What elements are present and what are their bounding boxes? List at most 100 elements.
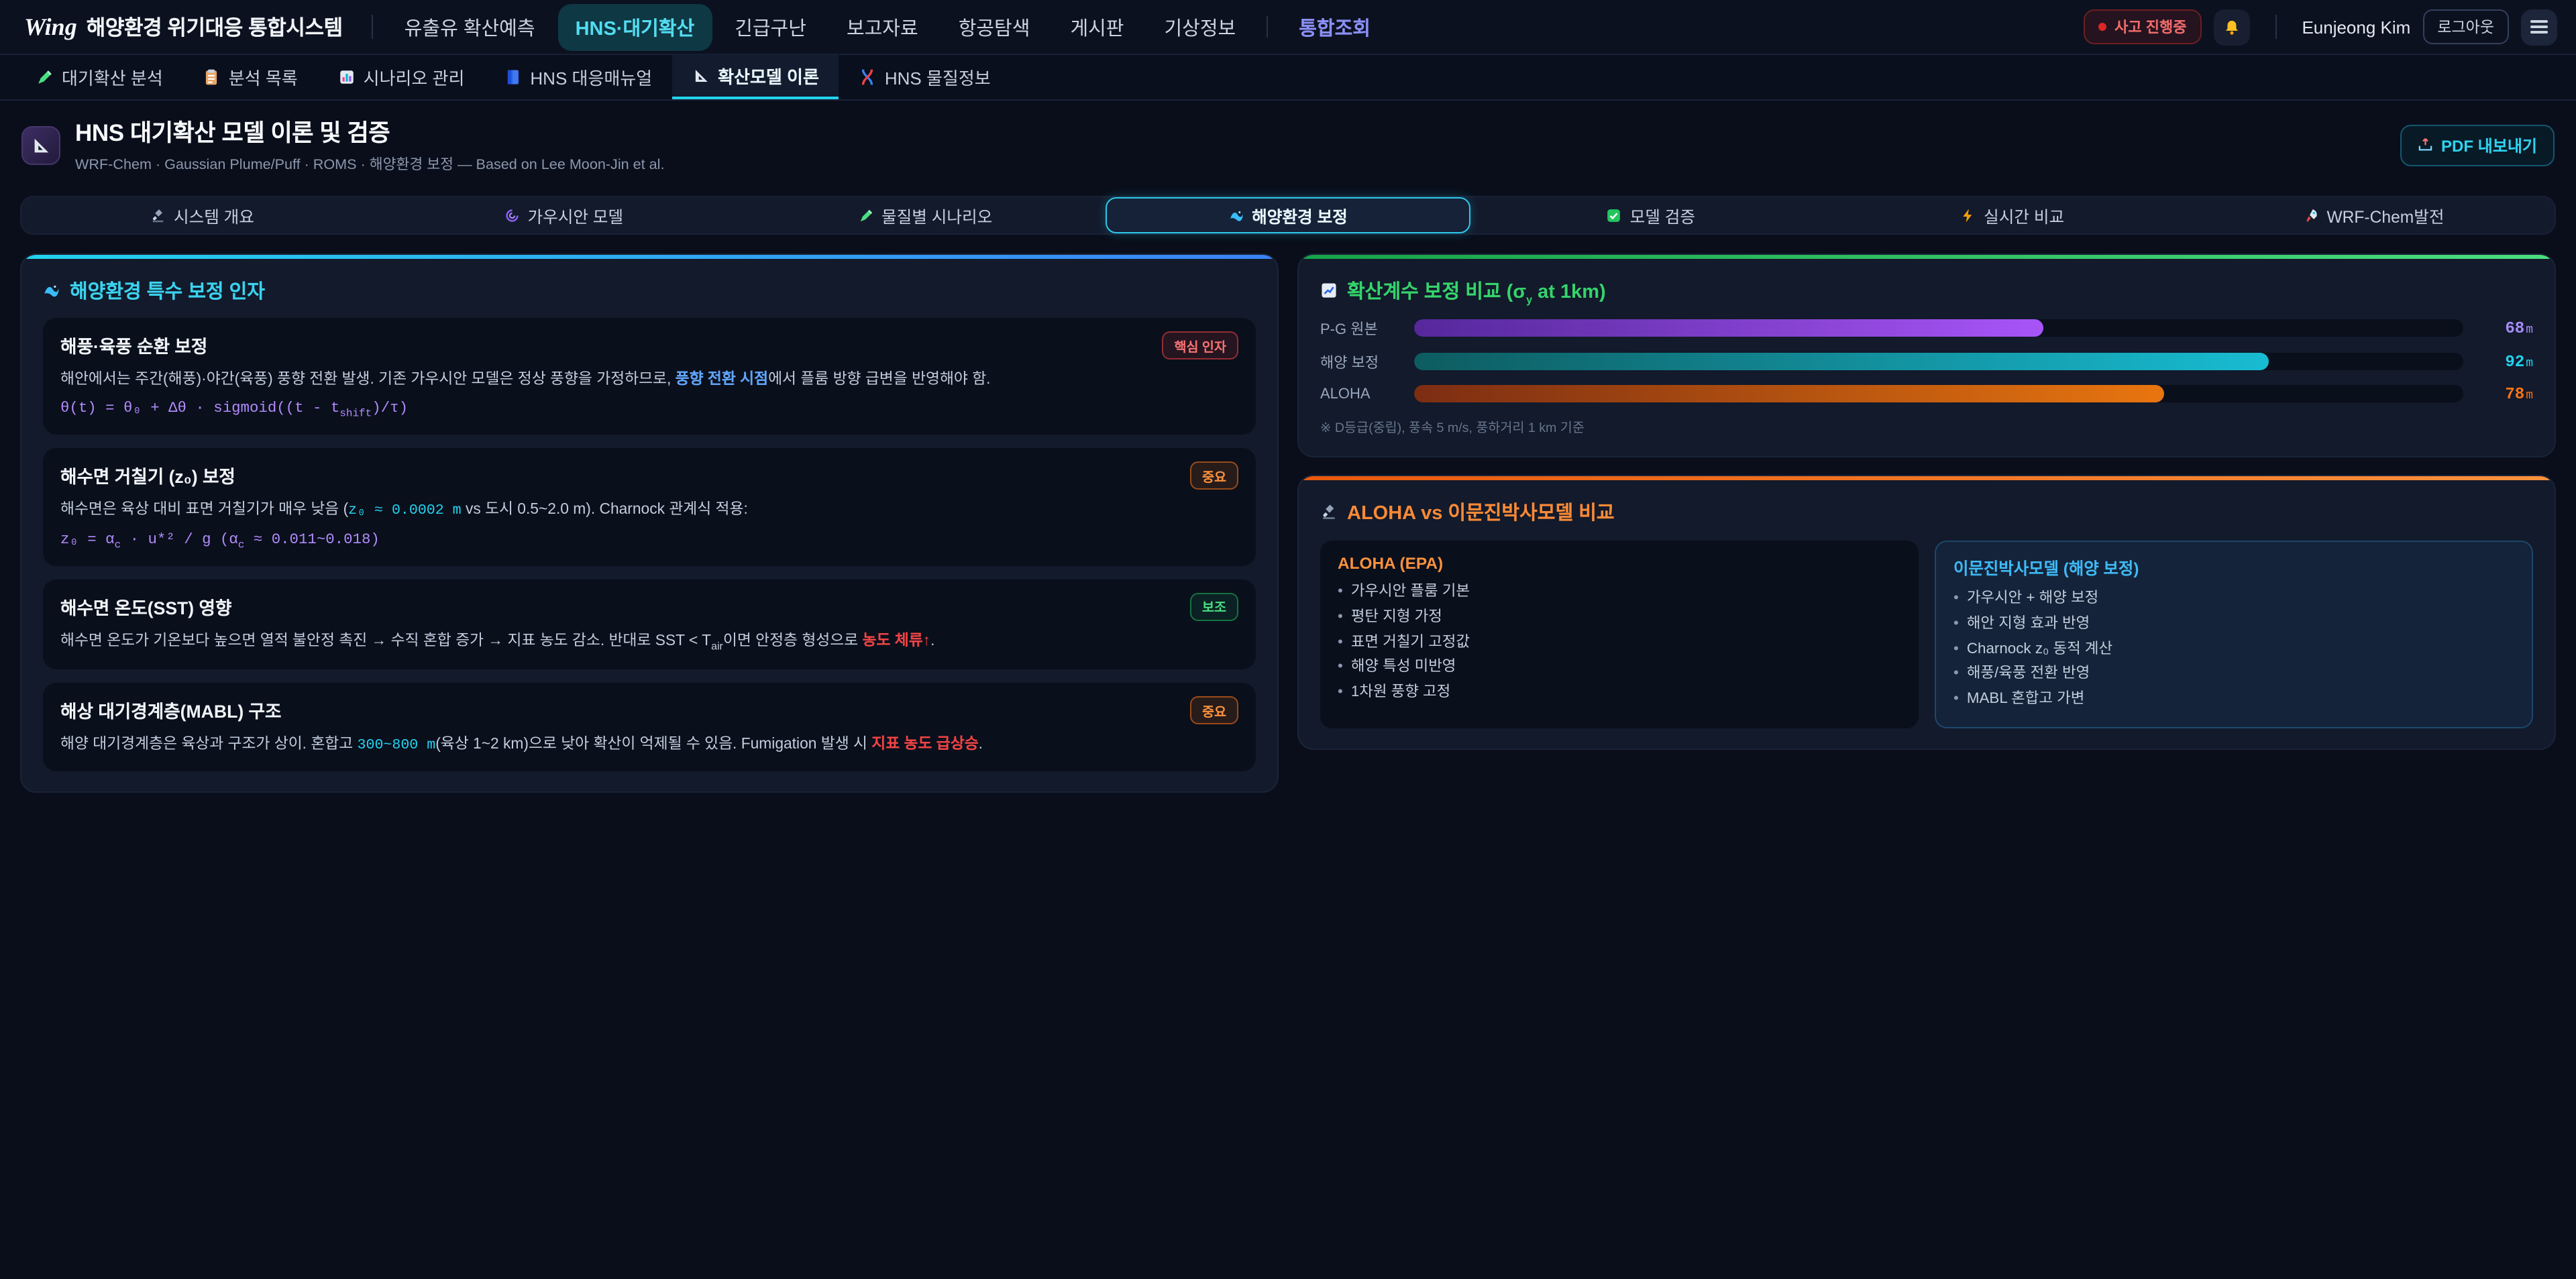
bar-value: 68m (2477, 319, 2533, 338)
factor-item-sst-effect: 해수면 온도(SST) 영향 보조 해수면 온도가 기온보다 높으면 열적 불안… (43, 579, 1256, 670)
export-icon (2418, 137, 2433, 153)
bar-fill (1414, 386, 2164, 403)
logout-button[interactable]: 로그아웃 (2422, 9, 2509, 44)
inline-code: 300~800 m (358, 738, 436, 754)
highlight-red: 농도 체류↑ (863, 633, 931, 649)
marine-factors-card: 해양환경 특수 보정 인자 해풍·육풍 순환 보정 핵심 인자 해안에서는 주간… (20, 254, 1279, 793)
main-content: 해양환경 특수 보정 인자 해풍·육풍 순환 보정 핵심 인자 해안에서는 주간… (20, 254, 2556, 793)
tab-hns-substance-info[interactable]: HNS 물질정보 (839, 55, 1011, 99)
hamburger-menu-button[interactable] (2521, 9, 2557, 45)
nav-item-aerial-search[interactable]: 항공탐색 (941, 3, 1048, 50)
module-tab-bar: 대기확산 분석 분석 목록 시나리오 관리 HNS 대응매뉴얼 확산모델 이론 … (0, 55, 2576, 101)
nav-item-emergency-rescue[interactable]: 긴급구난 (717, 3, 824, 50)
chart-up-icon (1320, 282, 1338, 300)
bar-value: 92m (2477, 353, 2533, 372)
factor-title: 해상 대기경계층(MABL) 구조 (60, 698, 282, 723)
factor-description: 해안에서는 주간(해풍)·야간(육풍) 풍향 전환 발생. 기존 가우시안 모델… (60, 369, 1238, 392)
bar-label: 해양 보정 (1320, 351, 1401, 373)
factor-description: 해수면은 육상 대비 표면 거칠기가 매우 낮음 (z₀ ≈ 0.0002 m … (60, 500, 1238, 522)
section-tab-bar: 시스템 개요 가우시안 모델 물질별 시나리오 해양환경 보정 모델 검증 실시… (20, 196, 2556, 235)
bell-icon (2222, 18, 2240, 36)
factor-description: 해양 대기경계층은 육상과 구조가 상이. 혼합고 300~800 m(육상 1… (60, 734, 1238, 757)
microscope-icon (150, 208, 166, 223)
sigma-comparison-title: 확산계수 보정 비교 (σy at 1km) (1320, 276, 2533, 306)
factor-title: 해수면 온도(SST) 영향 (60, 594, 232, 620)
lightning-icon (1960, 208, 1976, 223)
clipboard-icon (203, 68, 221, 86)
section-tab-model-validation[interactable]: 모델 검증 (1470, 197, 1831, 233)
section-tab-marine-correction[interactable]: 해양환경 보정 (1106, 197, 1470, 233)
bar-track (1414, 386, 2463, 403)
bar-chart-icon (338, 68, 356, 86)
status-label: 사고 진행중 (2114, 16, 2186, 38)
factor-badge: 보조 (1190, 593, 1238, 621)
nav-item-reports[interactable]: 보고자료 (829, 3, 936, 50)
brand-logo[interactable]: Wing 해양환경 위기대응 통합시스템 (24, 12, 343, 42)
aloha-panel: ALOHA (EPA) 가우시안 플룸 기본 평탄 지형 가정 표면 거칠기 고… (1320, 541, 1919, 729)
pdf-export-button[interactable]: PDF 내보내기 (2400, 124, 2555, 166)
bar-track (1414, 320, 2463, 337)
bar-fill (1414, 353, 2269, 371)
factor-formula: z₀ = αc · u*² / g (αc ≈ 0.011~0.018) (60, 532, 1238, 551)
nav-item-board[interactable]: 게시판 (1053, 3, 1141, 50)
tab-dispersion-analysis[interactable]: 대기확산 분석 (16, 55, 183, 99)
divider (1267, 16, 1268, 38)
nav-item-weather[interactable]: 기상정보 (1147, 3, 1254, 50)
bar-label: P-G 원본 (1320, 318, 1401, 339)
divider (2275, 15, 2276, 39)
user-name: Eunjeong Kim (2302, 17, 2410, 37)
list-item: 가우시안 플룸 기본 (1338, 581, 1901, 606)
microscope-icon (1320, 503, 1338, 520)
hamburger-icon (2530, 20, 2548, 22)
tab-hns-manual[interactable]: HNS 대응매뉴얼 (484, 55, 672, 99)
nav-item-oil-spill[interactable]: 유출유 확산예측 (387, 3, 553, 50)
highlight-blue: 풍향 전환 시점 (676, 372, 768, 388)
section-tab-wrf-chem[interactable]: WRF-Chem발전 (2193, 197, 2555, 233)
aloha-feature-list: 가우시안 플룸 기본 평탄 지형 가정 표면 거칠기 고정값 해양 특성 미반영… (1338, 581, 1901, 706)
top-nav-bar: Wing 해양환경 위기대응 통합시스템 유출유 확산예측 HNS·대기확산 긴… (0, 0, 2576, 55)
pencil-icon (858, 208, 873, 223)
section-tab-system-overview[interactable]: 시스템 개요 (21, 197, 383, 233)
factor-description: 해수면 온도가 기온보다 높으면 열적 불안정 촉진 → 수직 혼합 증가 → … (60, 630, 1238, 655)
page-subtitle: WRF-Chem · Gaussian Plume/Puff · ROMS · … (75, 153, 664, 174)
nav-item-integrated-search[interactable]: 통합조회 (1281, 3, 1388, 50)
top-right-cluster: 사고 진행중 Eunjeong Kim 로그아웃 (2084, 9, 2557, 45)
tab-scenario-management[interactable]: 시나리오 관리 (318, 55, 485, 99)
bar-row-marine-corrected: 해양 보정 92m (1320, 351, 2533, 373)
tab-analysis-list[interactable]: 분석 목록 (183, 55, 318, 99)
factor-title: 해풍·육풍 순환 보정 (60, 333, 207, 358)
list-item: Charnock z₀ 동적 계산 (1953, 637, 2514, 662)
factor-badge: 중요 (1190, 462, 1238, 490)
brand-logo-script: Wing (24, 13, 77, 42)
incident-status-badge: 사고 진행중 (2084, 9, 2201, 44)
bar-label: ALOHA (1320, 386, 1401, 402)
left-column: 해양환경 특수 보정 인자 해풍·육풍 순환 보정 핵심 인자 해안에서는 주간… (20, 254, 1279, 793)
section-tab-realtime-compare[interactable]: 실시간 비교 (1831, 197, 2193, 233)
factor-item-sea-land-breeze: 해풍·육풍 순환 보정 핵심 인자 해안에서는 주간(해풍)·야간(육풍) 풍향… (43, 318, 1256, 435)
lee-model-feature-list: 가우시안 + 해양 보정 해안 지형 효과 반영 Charnock z₀ 동적 … (1953, 588, 2514, 713)
nav-item-hns-dispersion[interactable]: HNS·대기확산 (558, 3, 712, 50)
notifications-button[interactable] (2213, 9, 2249, 45)
section-tab-gaussian-model[interactable]: 가우시안 모델 (383, 197, 745, 233)
pencil-icon (36, 68, 54, 86)
bar-fill (1414, 320, 2043, 337)
lee-model-panel: 이문진박사모델 (해양 보정) 가우시안 + 해양 보정 해안 지형 효과 반영… (1935, 541, 2533, 729)
factor-item-mabl-structure: 해상 대기경계층(MABL) 구조 중요 해양 대기경계층은 육상과 구조가 상… (43, 683, 1256, 771)
chart-footnote: ※ D등급(중립), 풍속 5 m/s, 풍하거리 1 km 기준 (1320, 417, 2533, 436)
section-tab-substance-scenarios[interactable]: 물질별 시나리오 (745, 197, 1106, 233)
book-icon (504, 68, 522, 86)
list-item: 표면 거칠기 고정값 (1338, 630, 1901, 655)
factor-formula: θ(t) = θ₀ + Δθ · sigmoid((t - tshift)/τ) (60, 401, 1238, 420)
page-title: HNS 대기확산 모델 이론 및 검증 (75, 115, 664, 149)
tab-model-theory[interactable]: 확산모델 이론 (672, 55, 839, 99)
factor-title: 해수면 거칠기 (z₀) 보정 (60, 463, 235, 489)
model-comparison-title: ALOHA vs 이문진박사모델 비교 (1320, 498, 2533, 526)
bar-row-aloha: ALOHA 78m (1320, 385, 2533, 404)
bar-value: 78m (2477, 385, 2533, 404)
right-column: 확산계수 보정 비교 (σy at 1km) P-G 원본 68m 해양 보정 (1297, 254, 2556, 750)
bar-row-pg-original: P-G 원본 68m (1320, 318, 2533, 339)
status-dot-icon (2098, 23, 2106, 31)
factor-badge: 핵심 인자 (1162, 331, 1238, 359)
list-item: 평탄 지형 가정 (1338, 606, 1901, 630)
list-item: 가우시안 + 해양 보정 (1953, 588, 2514, 612)
